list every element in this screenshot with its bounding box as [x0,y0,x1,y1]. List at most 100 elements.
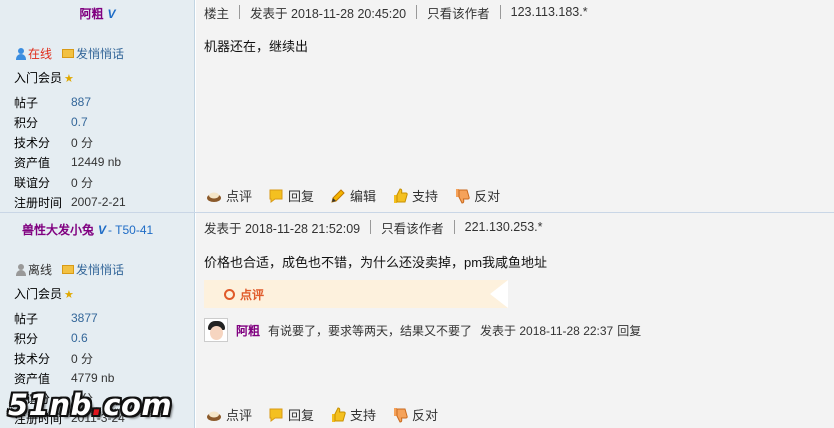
divider [499,5,501,19]
thumbs-up-icon [332,406,346,422]
divider [370,220,372,234]
stat-value[interactable]: 887 [71,95,91,109]
support-label: 支持 [350,408,377,423]
post-body: 楼主 发表于 2018-11-28 20:45:20 只看该作者 123.113… [196,0,834,212]
comment-button[interactable]: 点评 [206,186,252,205]
stat-key: 资产值 [14,371,51,386]
stat-key: 注册时间 [14,195,63,210]
reply-button[interactable]: 回复 [268,186,314,205]
post-time: 发表于 2018-11-28 20:45:20 [250,6,407,21]
author-name[interactable]: 阿粗 [79,7,103,21]
only-author-link[interactable]: 只看该作者 [427,3,490,22]
edit-button[interactable]: 编辑 [330,186,376,205]
circle-icon [224,288,235,300]
comment-icon [207,411,221,421]
author-name[interactable]: 兽性大发小兔 [22,223,94,237]
stat-key: 帖子 [14,95,39,110]
mail-icon [62,265,75,274]
author-sidebar: 阿粗 V 在线 发悄悄话 入门会员 ★ 帖子 887 积分 0.7 技术分 0 分 资产值… [0,0,195,212]
pm-label: 发悄悄话 [76,47,125,61]
online-label: 在线 [28,47,53,61]
author-status: 离线 发悄悄话 [16,261,124,278]
avatar[interactable] [204,318,228,342]
floor-label: 楼主 [204,6,230,21]
stat-row: 资产值 4779 nb [14,368,125,388]
divider [416,5,418,19]
post-time: 发表于 2018-11-28 21:52:09 [204,221,361,236]
online-status: 在线 [16,45,52,62]
stat-value: 0 分 [71,175,94,190]
stat-row: 技术分 0 分 [14,132,126,152]
stat-row: 积分 0.6 [14,328,125,348]
only-author-link[interactable]: 只看该作者 [381,218,444,237]
user-group: 入门会员 ★ [14,285,74,302]
pm-label: 发悄悄话 [76,263,125,277]
stat-row: 注册时间 2007-2-21 [14,192,126,212]
avatar-face [210,326,223,340]
oppose-button[interactable]: 反对 [454,186,500,205]
user-group-label: 入门会员 [14,71,63,85]
star-icon: ★ [64,289,74,301]
comment-item: 阿粗 有说要了，要求等两天，结果又不要了 发表于 2018-11-28 22:3… [204,318,641,342]
support-button[interactable]: 支持 [330,405,376,424]
reply-icon [269,189,283,203]
star-icon: ★ [64,73,74,85]
pm-link[interactable]: 发悄悄话 [62,45,124,62]
stat-row: 联谊分 0 分 [14,172,126,192]
stat-row: 积分 0.7 [14,112,126,132]
stat-row: 帖子 3877 [14,308,125,328]
thumbs-up-icon [394,187,408,203]
user-group: 入门会员 ★ [14,69,74,86]
user-online-icon [16,47,26,60]
comment-author[interactable]: 阿粗 [236,322,260,339]
stat-key: 帖子 [14,311,39,326]
post-header: 楼主 发表于 2018-11-28 20:45:20 只看该作者 123.113… [204,0,588,24]
mail-icon [62,49,75,58]
stat-row: 帖子 887 [14,92,126,112]
post-body: 发表于 2018-11-28 21:52:09 只看该作者 221.130.25… [196,213,834,428]
author-name-container: 兽性大发小兔 V - T50-41 [22,221,153,238]
pm-link[interactable]: 发悄悄话 [62,261,124,278]
edit-label: 编辑 [350,189,377,204]
comment-section-header: 点评 [204,280,508,308]
post-actions: 点评 回复 编辑 支持 反对 [206,186,500,205]
stat-row: 技术分 0 分 [14,348,125,368]
post-header: 发表于 2018-11-28 21:52:09 只看该作者 221.130.25… [204,215,543,239]
support-button[interactable]: 支持 [392,186,438,205]
watermark-post: com [103,388,173,422]
stat-value: 0 分 [71,135,94,150]
author-stats: 帖子 887 积分 0.7 技术分 0 分 资产值 12449 nb 联谊分 0 分 注册… [14,92,126,212]
post-actions: 点评 回复 支持 反对 [206,405,438,424]
reply-button[interactable]: 回复 [268,405,314,424]
stat-value: 4779 nb [71,371,115,385]
stat-key: 积分 [14,115,39,130]
reply-icon [269,408,283,422]
thumbs-down-icon [456,188,470,204]
author-tag: - T50-41 [108,223,154,237]
comment-label: 点评 [226,189,253,204]
stat-value[interactable]: 3877 [71,311,98,325]
stat-key: 技术分 [14,135,51,150]
comment-reply-link[interactable]: 回复 [617,322,641,339]
oppose-label: 反对 [474,189,501,204]
stat-value[interactable]: 0.7 [71,115,88,129]
comment-icon [207,192,221,202]
stat-value: 12449 nb [71,155,122,169]
user-group-label: 入门会员 [14,287,63,301]
divider [453,220,455,234]
stat-value[interactable]: 0.6 [71,331,88,345]
comment-button[interactable]: 点评 [206,405,252,424]
vip-icon: V [98,223,107,237]
stat-key: 资产值 [14,155,51,170]
reply-label: 回复 [288,408,315,423]
stat-key: 技术分 [14,351,51,366]
watermark-dot: . [91,388,104,422]
stat-value: 0 分 [71,351,94,366]
user-offline-icon [16,263,26,276]
comment-time: 发表于 2018-11-28 22:37 [480,323,614,338]
stat-key: 积分 [14,331,39,346]
thumbs-down-icon [394,407,408,423]
oppose-button[interactable]: 反对 [392,405,438,424]
watermark-pre: 51nb [8,388,92,422]
post-content: 机器还在，继续出 [204,39,309,54]
